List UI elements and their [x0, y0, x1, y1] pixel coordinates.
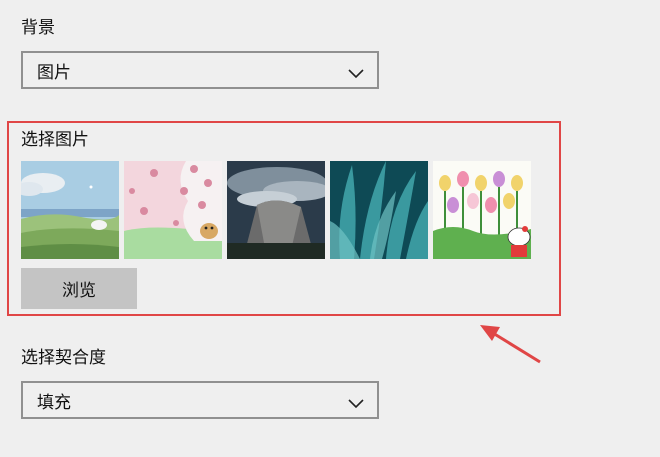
annotation-arrow-icon [480, 325, 541, 364]
choose-picture-label: 选择图片 [21, 130, 89, 150]
landscape-meadow-thumbnail[interactable] [21, 161, 119, 259]
background-label: 背景 [21, 18, 55, 38]
fit-dropdown-value: 填充 [37, 392, 71, 413]
pink-cherry-blossom-dog-thumbnail[interactable] [124, 161, 222, 259]
cloudy-mountain-cliff-thumbnail[interactable] [227, 161, 325, 259]
picture-thumbnails [21, 161, 531, 259]
chevron-down-icon [347, 64, 365, 79]
background-dropdown[interactable]: 图片 [21, 51, 379, 89]
browse-button[interactable]: 浏览 [21, 268, 137, 309]
fit-dropdown[interactable]: 填充 [21, 381, 379, 419]
chevron-down-icon [347, 394, 365, 409]
tulips-hello-kitty-thumbnail[interactable] [433, 161, 531, 259]
choose-fit-label: 选择契合度 [21, 348, 106, 368]
background-dropdown-value: 图片 [37, 62, 71, 83]
teal-succulent-leaves-thumbnail[interactable] [330, 161, 428, 259]
